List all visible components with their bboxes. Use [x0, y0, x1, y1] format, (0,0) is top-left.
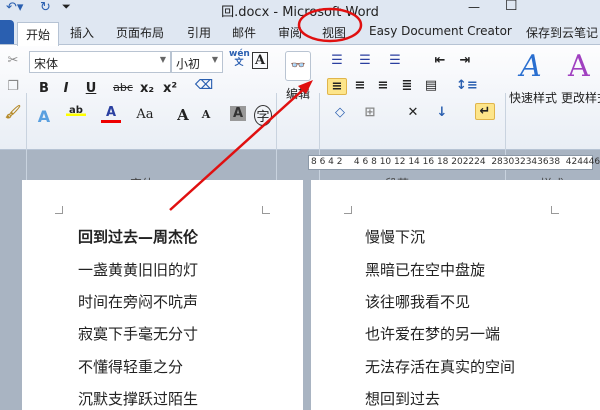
highlight-color-icon[interactable]: ab — [66, 105, 86, 116]
tab-review[interactable]: 审阅 — [278, 24, 302, 41]
decrease-indent-icon[interactable]: ⇤ — [430, 53, 450, 68]
document-page-left[interactable]: 回到过去—周杰伦 一盏黄黄旧旧的灯 时间在旁闷不吭声 寂寞下手毫无分寸 不懂得轻… — [22, 180, 303, 410]
enclose-characters-button[interactable]: 字 — [254, 105, 272, 126]
bullets-icon[interactable]: ☰ — [327, 53, 347, 68]
text-line: 时间在旁闷不吭声 — [78, 293, 199, 311]
minimize-button[interactable]: — — [468, 0, 480, 14]
character-border-button[interactable]: A — [252, 52, 268, 69]
title-bar: ↶▾ ↻ ⏷ 回.docx - Microsoft Word — ☐ — [0, 0, 600, 20]
font-size-value: 小初 — [176, 57, 201, 71]
quick-styles-button[interactable]: 快速样式 — [509, 89, 557, 106]
font-color-button[interactable]: A — [101, 105, 121, 123]
ribbon: ✂ ❐ 🖌 宋体 ▼ 小初 ▼ wén 文 A B I U abc x₂ x² ⌫ … — [0, 45, 600, 191]
sort-icon[interactable]: ↓ — [432, 105, 452, 120]
italic-button[interactable]: I — [56, 81, 76, 96]
grow-font-button[interactable]: A — [173, 106, 193, 124]
text-line: 该往哪我看不见 — [365, 293, 471, 311]
superscript-button[interactable]: x² — [160, 81, 180, 96]
text-effects-icon[interactable]: A — [34, 107, 54, 126]
font-size-select[interactable]: 小初 ▼ — [171, 51, 223, 73]
increase-indent-icon[interactable]: ⇥ — [455, 53, 475, 68]
text-line: 寂寞下手毫无分寸 — [78, 325, 199, 343]
distributed-icon[interactable]: ▤ — [421, 78, 441, 93]
format-painter-icon[interactable]: 🖌 — [3, 105, 23, 120]
ribbon-tabs: 插入 页面布局 引用 邮件 审阅 视图 Easy Document Creato… — [0, 20, 600, 45]
show-marks-icon[interactable]: ↵ — [475, 103, 495, 120]
justify-icon[interactable]: ≣ — [397, 78, 417, 93]
character-shading-button[interactable]: A — [230, 106, 246, 121]
text-line: 慢慢下沉 — [365, 228, 426, 246]
text-line: 黑暗已在空中盘旋 — [365, 261, 486, 279]
align-left-icon[interactable]: ≡ — [327, 78, 347, 95]
find-icon[interactable]: 👓 — [285, 51, 311, 81]
text-line: 不懂得轻重之分 — [78, 358, 184, 376]
text-line: 回到过去—周杰伦 — [78, 228, 199, 246]
subscript-button[interactable]: x₂ — [137, 81, 157, 96]
editing-button[interactable]: 编辑 — [286, 85, 310, 102]
underline-button[interactable]: U — [81, 81, 101, 96]
text-line: 想回到过去 — [365, 390, 441, 408]
text-line: 无法存活在真实的空间 — [365, 358, 516, 376]
copy-icon[interactable]: ❐ — [3, 79, 23, 94]
change-case-button[interactable]: Aa — [135, 107, 155, 122]
tab-insert[interactable]: 插入 — [70, 24, 94, 41]
document-page-right[interactable]: 慢慢下沉 黑暗已在空中盘旋 该往哪我看不见 也许爱在梦的另一端 无法存活在真实的… — [311, 180, 600, 410]
strikethrough-button[interactable]: abc — [113, 81, 133, 94]
text-line: 也许爱在梦的另一端 — [365, 325, 501, 343]
tab-references[interactable]: 引用 — [187, 24, 211, 41]
text-line: 一盏黄黄旧旧的灯 — [78, 261, 199, 279]
change-styles-icon[interactable]: A — [568, 49, 590, 84]
tab-easy-document-creator[interactable]: Easy Document Creator — [369, 24, 512, 38]
shading-icon[interactable]: ◇ — [330, 105, 350, 120]
phonetic-guide-button[interactable]: wén 文 — [229, 50, 250, 68]
tab-view[interactable]: 视图 — [322, 24, 346, 41]
change-styles-button[interactable]: 更改样式 — [561, 89, 600, 106]
text-line: 沉默支撑跃过陌生 — [78, 390, 199, 408]
cut-icon[interactable]: ✂ — [3, 53, 23, 68]
quick-styles-icon[interactable]: A — [520, 49, 542, 84]
tab-page-layout[interactable]: 页面布局 — [116, 24, 164, 41]
borders-icon[interactable]: ⊞ — [360, 105, 380, 120]
numbering-icon[interactable]: ☰ — [355, 53, 375, 68]
file-tab[interactable] — [0, 20, 14, 44]
line-spacing-icon[interactable]: ↕≡ — [456, 78, 478, 93]
maximize-button[interactable]: ☐ — [505, 0, 518, 14]
font-name-value: 宋体 — [34, 57, 59, 71]
clear-formatting-icon[interactable]: ⌫ — [194, 78, 214, 93]
chinese-layout-icon[interactable]: ✕ — [403, 105, 423, 120]
horizontal-ruler[interactable]: 8 6 4 2 4 6 8 10 12 14 16 18 202224 2830… — [308, 155, 600, 170]
tab-home[interactable]: 开始 — [17, 22, 59, 46]
font-name-select[interactable]: 宋体 ▼ — [29, 51, 171, 73]
align-right-icon[interactable]: ≡ — [373, 78, 393, 93]
multilevel-list-icon[interactable]: ☰ — [385, 53, 405, 68]
shrink-font-button[interactable]: A — [196, 108, 216, 121]
bold-button[interactable]: B — [34, 81, 54, 96]
center-icon[interactable]: ≡ — [350, 78, 370, 93]
tab-save-to-cloud-notes[interactable]: 保存到云笔记 — [526, 24, 598, 41]
tab-mailings[interactable]: 邮件 — [232, 24, 256, 41]
